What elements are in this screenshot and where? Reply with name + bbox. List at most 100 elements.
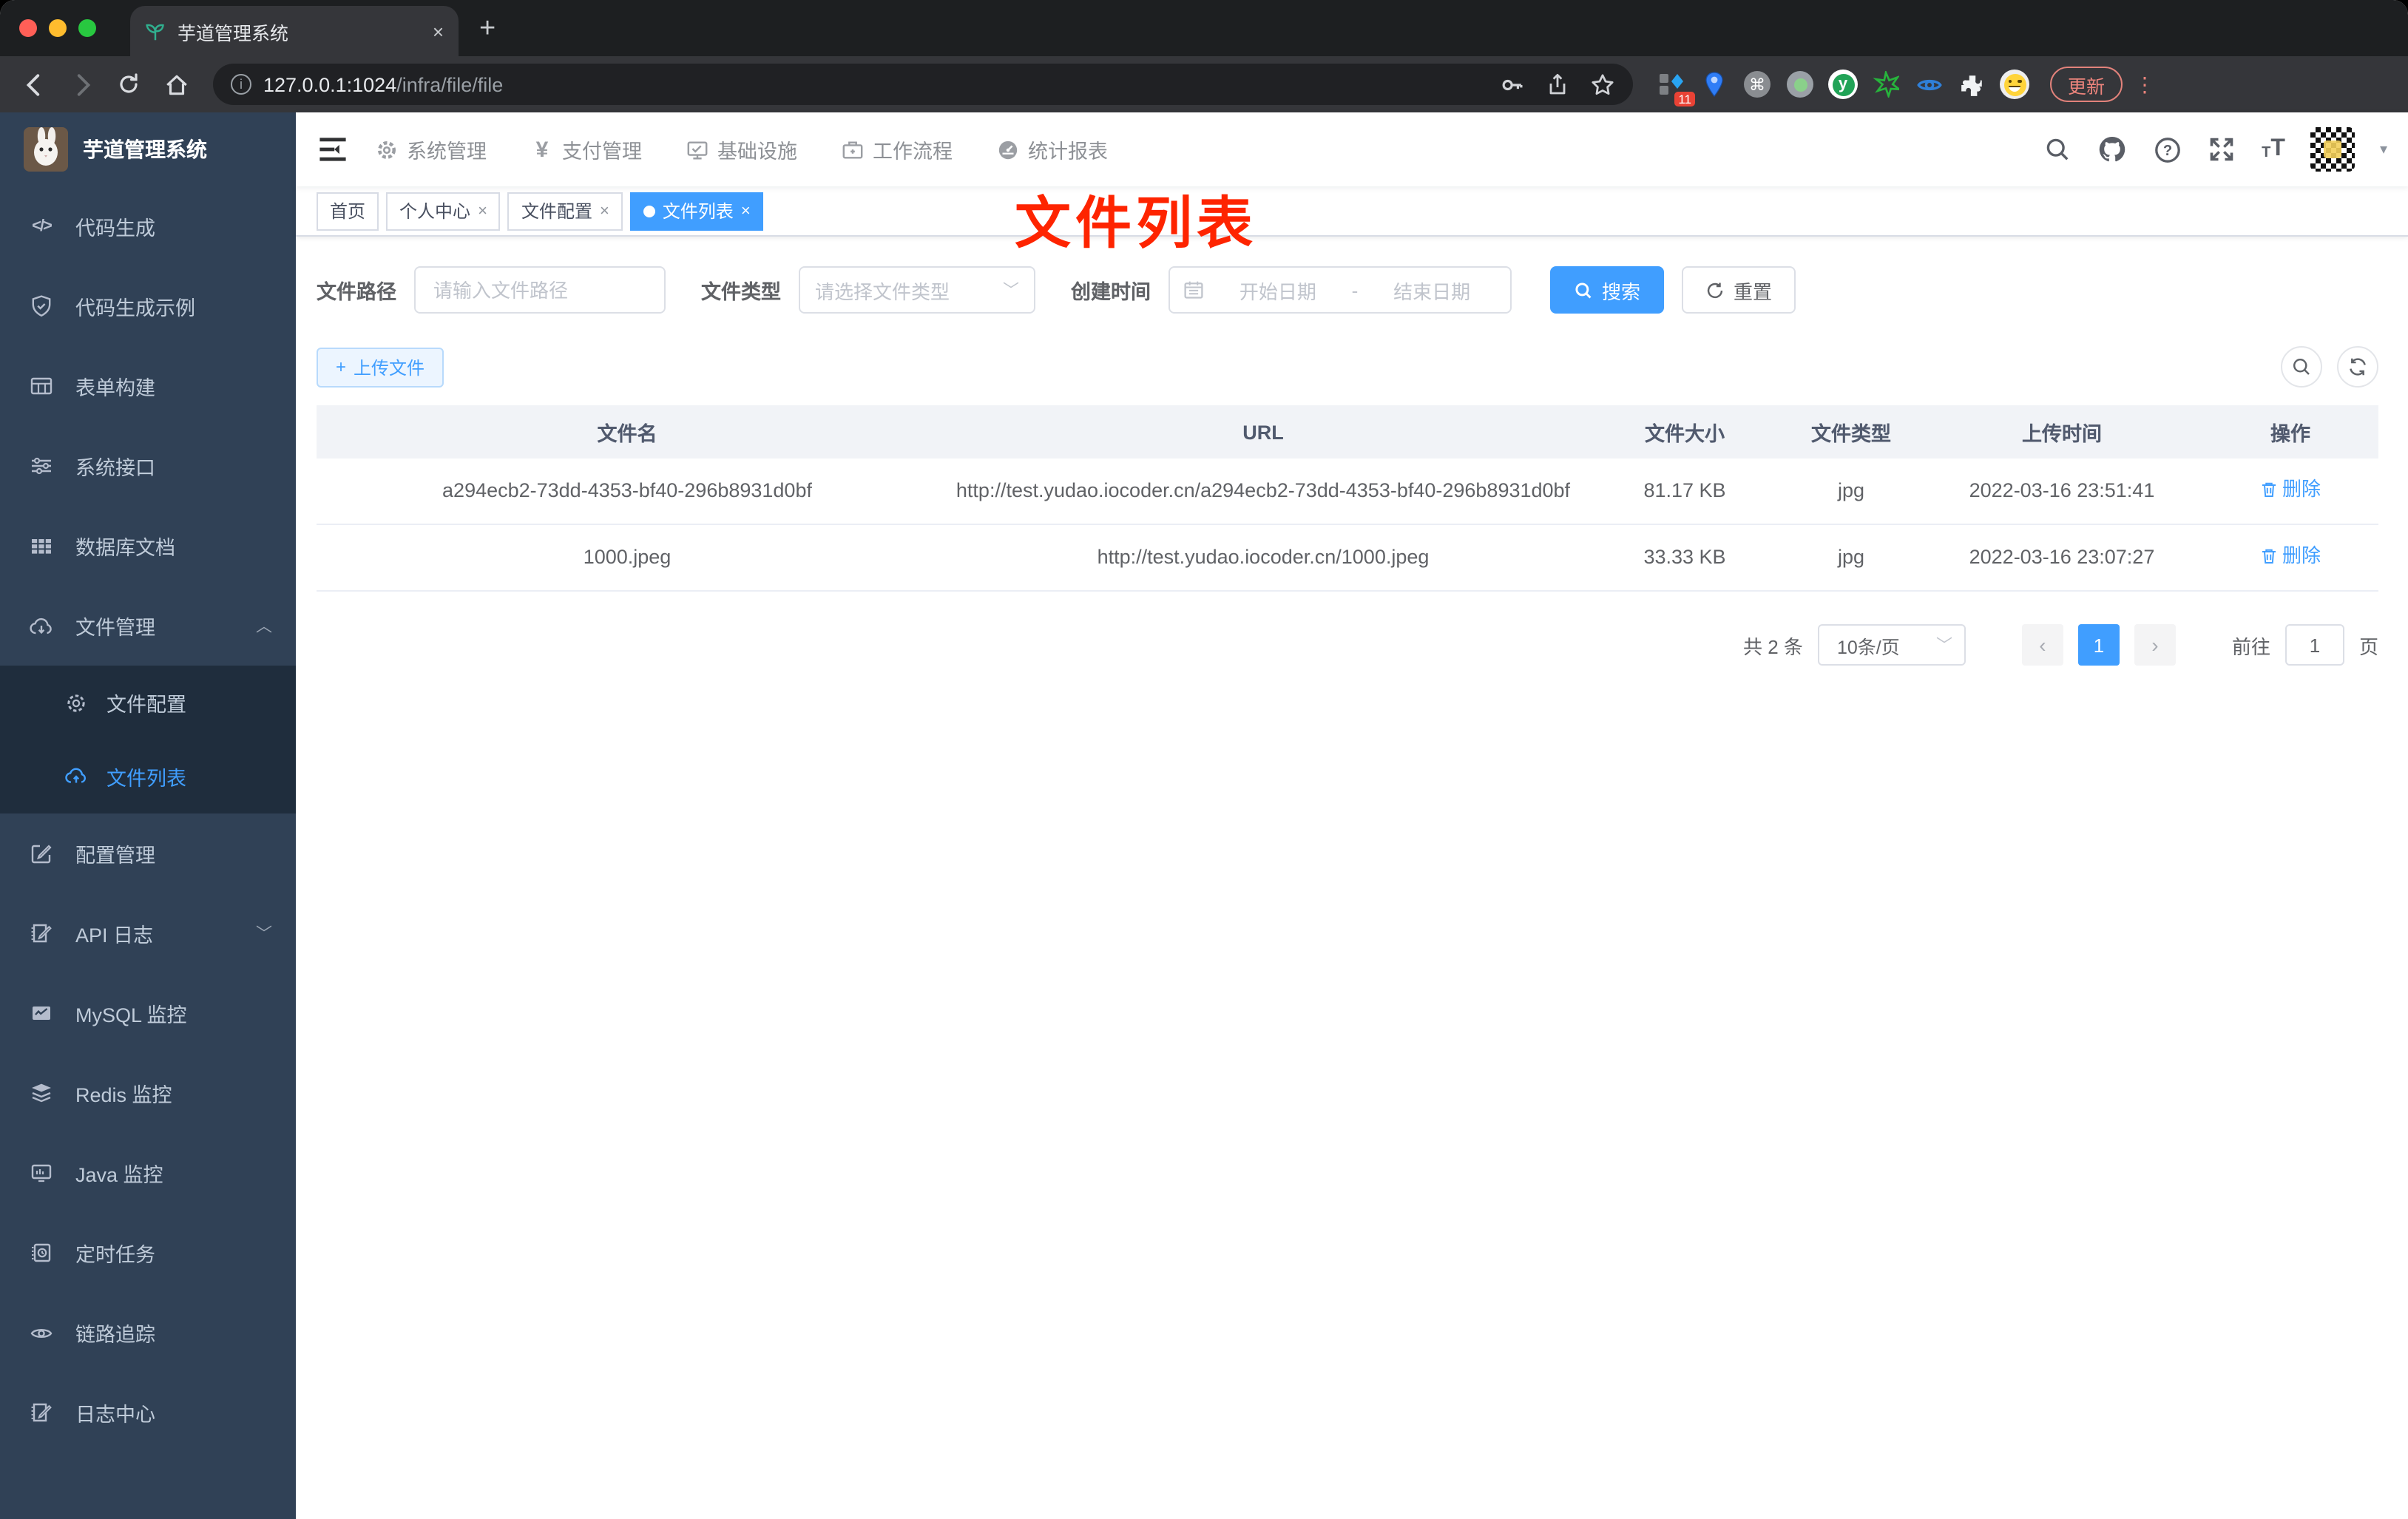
cell-size: 81.17 KB [1589, 459, 1781, 525]
close-icon[interactable]: × [741, 202, 751, 220]
prev-page-button[interactable]: ‹ [2021, 624, 2063, 666]
ext-dot-icon[interactable] [1785, 70, 1815, 99]
reset-button[interactable]: 重置 [1682, 266, 1796, 314]
share-icon[interactable] [1546, 72, 1569, 97]
bookmark-star-icon[interactable] [1590, 72, 1615, 97]
eye-icon [30, 1321, 53, 1344]
new-tab-button[interactable]: + [479, 13, 496, 46]
date-separator: - [1351, 279, 1359, 301]
sidebar-item-file-config[interactable]: 文件配置 [0, 666, 296, 740]
sidebar-item-system-api[interactable]: 系统接口 [0, 426, 296, 506]
topnav-infrastructure[interactable]: 基础设施 [686, 135, 797, 164]
ext-eye-icon[interactable] [1914, 70, 1944, 99]
ext-cmd-icon[interactable]: ⌘ [1742, 70, 1772, 99]
ext-grid-icon[interactable]: 11 [1657, 70, 1695, 106]
topnav-workflow[interactable]: 工作流程 [842, 135, 953, 164]
close-icon[interactable]: × [478, 202, 487, 220]
search-icon[interactable] [2043, 135, 2072, 164]
tab-close-icon[interactable]: × [433, 20, 444, 42]
browser-toolbar: i 127.0.0.1:1024/infra/file/file 11 ⌘ y … [0, 56, 2408, 112]
address-bar[interactable]: i 127.0.0.1:1024/infra/file/file [213, 64, 1633, 105]
home-button[interactable] [157, 65, 195, 104]
sidebar-item-file-list[interactable]: 文件列表 [0, 740, 296, 813]
password-key-icon[interactable] [1500, 72, 1525, 97]
sidebar-item-scheduled-tasks[interactable]: 定时任务 [0, 1213, 296, 1293]
shield-check-icon [30, 294, 53, 318]
ext-emoji-icon[interactable] [2000, 70, 2029, 99]
file-path-input[interactable] [414, 266, 666, 314]
sidebar-item-mysql-monitor[interactable]: MySQL 监控 [0, 973, 296, 1053]
browser-update-button[interactable]: 更新 [2050, 67, 2123, 102]
screen-icon [30, 1161, 53, 1185]
sidebar-item-log-center[interactable]: 日志中心 [0, 1373, 296, 1452]
file-type-select[interactable]: 请选择文件类型 ﹀ [799, 266, 1035, 314]
minimize-window-button[interactable] [49, 19, 67, 37]
sidebar-collapse-icon[interactable] [317, 133, 349, 166]
ext-puzzle-icon[interactable] [1957, 70, 1986, 99]
file-type-label: 文件类型 [701, 281, 781, 303]
help-icon[interactable]: ? [2152, 135, 2182, 164]
cloud-download-icon [30, 614, 53, 637]
site-info-icon[interactable]: i [231, 74, 251, 95]
close-window-button[interactable] [19, 19, 37, 37]
caret-down-icon[interactable]: ▾ [2380, 141, 2387, 158]
zoom-window-button[interactable] [78, 19, 96, 37]
goto-page-input[interactable] [2284, 624, 2344, 666]
ext-star-icon[interactable] [1871, 70, 1901, 99]
topnav-reports[interactable]: 统计报表 [997, 135, 1108, 164]
sidebar-item-java-monitor[interactable]: Java 监控 [0, 1133, 296, 1213]
delete-button[interactable]: 删除 [2260, 473, 2321, 506]
file-path-label: 文件路径 [317, 281, 396, 303]
topnav-system[interactable]: 系统管理 [376, 135, 487, 164]
sidebar-item-db-doc[interactable]: 数据库文档 [0, 506, 296, 586]
app-title: 芋道管理系统 [83, 138, 207, 161]
sidebar-item-code-gen[interactable]: </> 代码生成 [0, 186, 296, 266]
top-menu: 系统管理 ¥ 支付管理 基础设施 工作流程 统计报表 [376, 135, 1108, 164]
gear-icon [376, 138, 398, 160]
toggle-search-button[interactable] [2281, 346, 2322, 388]
forward-button[interactable] [62, 65, 101, 104]
next-page-button[interactable]: › [2134, 624, 2176, 666]
sidebar-logo[interactable]: 芋道管理系统 [0, 112, 296, 186]
browser-menu-icon[interactable]: ⋮ [2134, 73, 2155, 94]
sidebar-item-redis-monitor[interactable]: Redis 监控 [0, 1053, 296, 1133]
tag-file-list[interactable]: 文件列表 × [629, 192, 764, 230]
page-content: 文件路径 文件类型 请选择文件类型 ﹀ 创建时间 开始日期 - 结束日期 [296, 237, 2408, 1519]
ext-pin-icon[interactable] [1700, 70, 1729, 99]
font-size-icon[interactable]: TT [2262, 137, 2285, 161]
sidebar-item-tracing[interactable]: 链路追踪 [0, 1293, 296, 1373]
fullscreen-icon[interactable] [2207, 135, 2236, 164]
reload-button[interactable] [109, 65, 148, 104]
ext-y-icon[interactable]: y [1828, 70, 1858, 99]
start-date-placeholder[interactable]: 开始日期 [1213, 276, 1343, 304]
extension-badge: 11 [1674, 91, 1695, 106]
tag-profile[interactable]: 个人中心 × [386, 192, 501, 230]
back-button[interactable] [15, 65, 53, 104]
sidebar-item-form-builder[interactable]: 表单构建 [0, 346, 296, 426]
avatar[interactable] [2310, 127, 2355, 172]
close-icon[interactable]: × [600, 202, 609, 220]
table-header-row: 文件名 URL 文件大小 文件类型 上传时间 操作 [317, 405, 2378, 459]
sidebar-item-api-log[interactable]: API 日志 ﹀ [0, 893, 296, 973]
sidebar-item-config-management[interactable]: 配置管理 [0, 813, 296, 893]
github-icon[interactable] [2097, 135, 2127, 164]
browser-tab[interactable]: 芋道管理系统 × [130, 6, 459, 56]
trash-icon [2260, 547, 2278, 565]
end-date-placeholder[interactable]: 结束日期 [1367, 276, 1497, 304]
tags-view-bar: 首页 个人中心 × 文件配置 × 文件列表 × [296, 186, 2408, 237]
delete-button[interactable]: 删除 [2260, 540, 2321, 572]
sidebar-item-file-management[interactable]: 文件管理 ︿ [0, 586, 296, 666]
tag-home[interactable]: 首页 [317, 192, 379, 230]
tag-file-config[interactable]: 文件配置 × [507, 192, 623, 230]
refresh-table-button[interactable] [2337, 346, 2378, 388]
page-size-select[interactable]: 10条/页 ﹀ [1817, 624, 1966, 666]
date-range-picker[interactable]: 开始日期 - 结束日期 [1169, 266, 1512, 314]
url-text[interactable]: 127.0.0.1:1024/infra/file/file [263, 73, 1488, 95]
upload-file-button[interactable]: + 上传文件 [317, 347, 444, 387]
search-button[interactable]: 搜索 [1550, 266, 1665, 314]
topnav-payment[interactable]: ¥ 支付管理 [531, 135, 642, 164]
chevron-down-icon: ﹀ [1935, 637, 1952, 655]
page-1-button[interactable]: 1 [2077, 624, 2120, 666]
sidebar-item-code-demo[interactable]: 代码生成示例 [0, 266, 296, 346]
page-unit-label: 页 [2358, 635, 2378, 657]
